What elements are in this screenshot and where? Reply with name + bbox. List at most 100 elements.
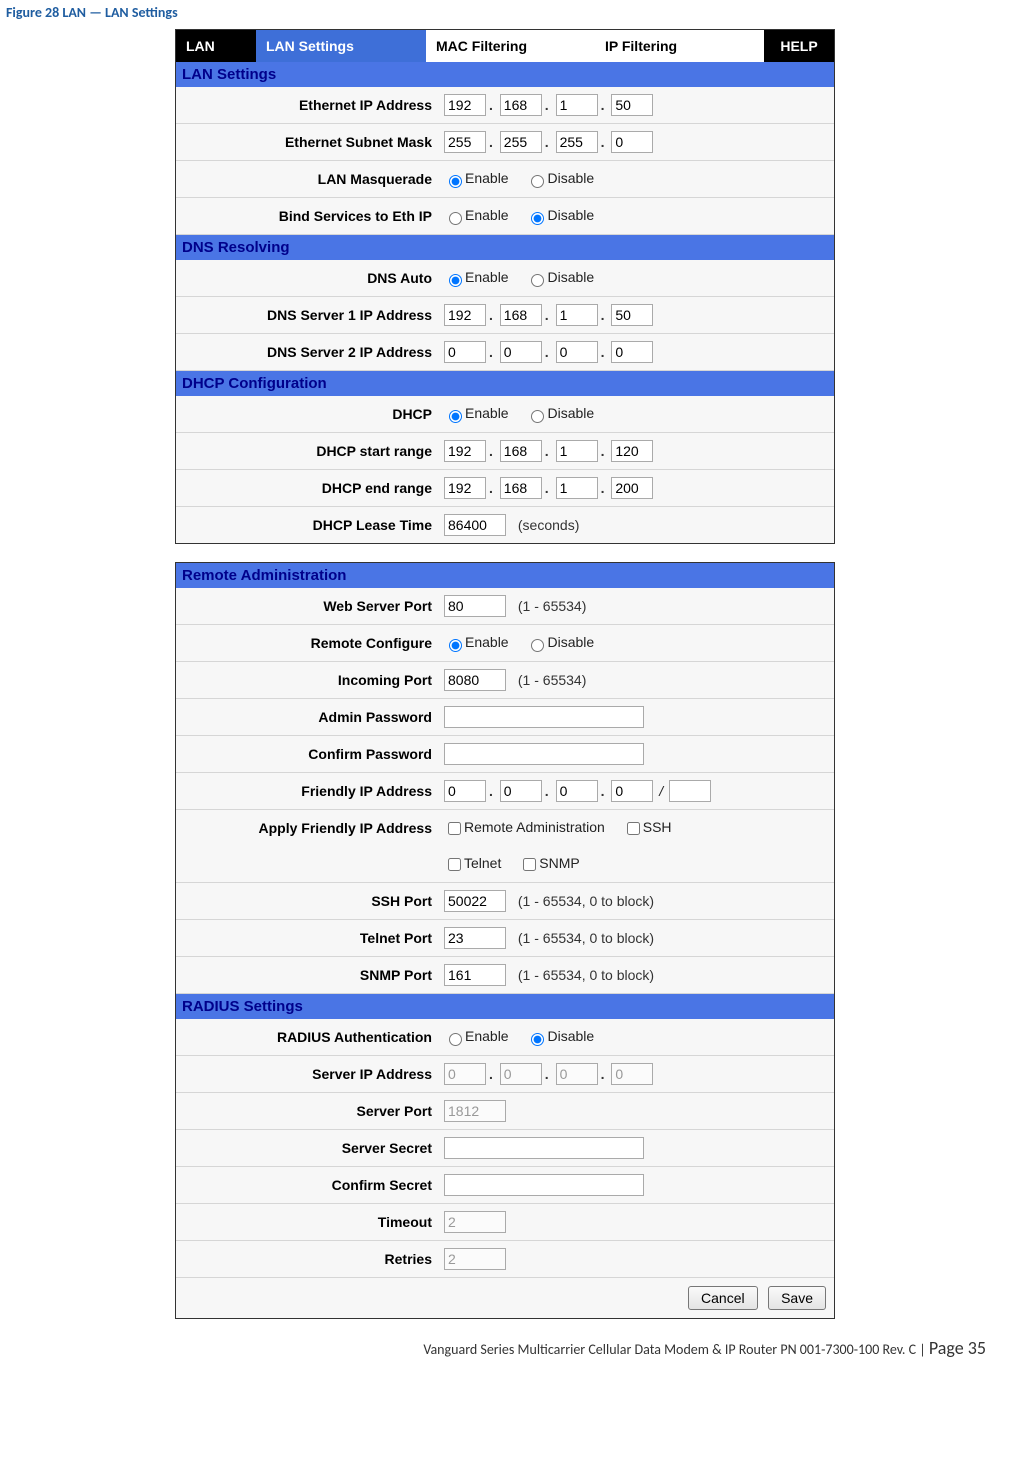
eth-mask-octet-4[interactable] bbox=[611, 131, 653, 153]
radius-auth-enable[interactable] bbox=[449, 1033, 462, 1046]
srv-secret-input[interactable] bbox=[444, 1137, 644, 1159]
srv-ip-1[interactable] bbox=[444, 1063, 486, 1085]
label-retries: Retries bbox=[176, 1241, 438, 1278]
tab-help[interactable]: HELP bbox=[764, 30, 834, 62]
lan-settings-panel: LAN LAN Settings MAC Filtering IP Filter… bbox=[175, 29, 835, 544]
tab-bar: LAN LAN Settings MAC Filtering IP Filter… bbox=[176, 30, 834, 62]
bind-svc-disable[interactable] bbox=[531, 212, 544, 225]
srv-port-input[interactable] bbox=[444, 1100, 506, 1122]
friendly-ip-mask[interactable] bbox=[669, 780, 711, 802]
label-dhcp: DHCP bbox=[176, 396, 438, 433]
srv-ip-3[interactable] bbox=[556, 1063, 598, 1085]
hint-web-port: (1 - 65534) bbox=[510, 598, 586, 614]
friendly-ip-3[interactable] bbox=[556, 780, 598, 802]
hint-incoming-port: (1 - 65534) bbox=[510, 672, 586, 688]
dhcp-start-3[interactable] bbox=[556, 440, 598, 462]
label-eth-ip: Ethernet IP Address bbox=[176, 87, 438, 124]
figure-caption: Figure 28 LAN — LAN Settings bbox=[0, 0, 1010, 29]
dns1-octet-3[interactable] bbox=[556, 304, 598, 326]
section-dhcp: DHCP Configuration bbox=[176, 371, 834, 397]
lan-masq-disable[interactable] bbox=[531, 175, 544, 188]
dhcp-lease-input[interactable] bbox=[444, 514, 506, 536]
label-radius-auth: RADIUS Authentication bbox=[176, 1019, 438, 1056]
apply-ssh-check[interactable] bbox=[627, 822, 640, 835]
srv-ip-2[interactable] bbox=[500, 1063, 542, 1085]
label-lan-masq: LAN Masquerade bbox=[176, 161, 438, 198]
bind-svc-enable[interactable] bbox=[449, 212, 462, 225]
apply-telnet-check[interactable] bbox=[448, 858, 461, 871]
label-web-port: Web Server Port bbox=[176, 588, 438, 625]
label-dns-auto: DNS Auto bbox=[176, 260, 438, 297]
retries-input[interactable] bbox=[444, 1248, 506, 1270]
label-dhcp-lease: DHCP Lease Time bbox=[176, 507, 438, 544]
srv-ip-4[interactable] bbox=[611, 1063, 653, 1085]
dhcp-end-3[interactable] bbox=[556, 477, 598, 499]
lan-masq-enable[interactable] bbox=[449, 175, 462, 188]
dns2-octet-3[interactable] bbox=[556, 341, 598, 363]
eth-ip-octet-4[interactable] bbox=[611, 94, 653, 116]
dns-auto-disable[interactable] bbox=[531, 274, 544, 287]
dhcp-start-2[interactable] bbox=[500, 440, 542, 462]
friendly-ip-4[interactable] bbox=[611, 780, 653, 802]
tab-mac-filtering[interactable]: MAC Filtering bbox=[426, 30, 595, 62]
hint-telnet: (1 - 65534, 0 to block) bbox=[510, 930, 654, 946]
remote-cfg-enable[interactable] bbox=[449, 639, 462, 652]
label-timeout: Timeout bbox=[176, 1204, 438, 1241]
admin-pw-input[interactable] bbox=[444, 706, 644, 728]
friendly-ip-1[interactable] bbox=[444, 780, 486, 802]
dns2-octet-2[interactable] bbox=[500, 341, 542, 363]
section-dns: DNS Resolving bbox=[176, 235, 834, 261]
friendly-ip-2[interactable] bbox=[500, 780, 542, 802]
label-telnet-port: Telnet Port bbox=[176, 920, 438, 957]
eth-ip-octet-2[interactable] bbox=[500, 94, 542, 116]
footer-text: Vanguard Series Multicarrier Cellular Da… bbox=[423, 1341, 916, 1358]
confirm-secret-input[interactable] bbox=[444, 1174, 644, 1196]
ssh-port-input[interactable] bbox=[444, 890, 506, 912]
radius-auth-disable[interactable] bbox=[531, 1033, 544, 1046]
eth-mask-octet-3[interactable] bbox=[556, 131, 598, 153]
dns2-octet-1[interactable] bbox=[444, 341, 486, 363]
dhcp-start-4[interactable] bbox=[611, 440, 653, 462]
eth-ip-octet-1[interactable] bbox=[444, 94, 486, 116]
tab-lan-title: LAN bbox=[176, 30, 256, 62]
tab-ip-filtering[interactable]: IP Filtering bbox=[595, 30, 764, 62]
incoming-port-input[interactable] bbox=[444, 669, 506, 691]
label-srv-ip: Server IP Address bbox=[176, 1056, 438, 1093]
save-button[interactable]: Save bbox=[768, 1286, 826, 1310]
label-remote-cfg: Remote Configure bbox=[176, 625, 438, 662]
label-ssh-port: SSH Port bbox=[176, 883, 438, 920]
label-dhcp-start: DHCP start range bbox=[176, 433, 438, 470]
confirm-pw-input[interactable] bbox=[444, 743, 644, 765]
dns1-octet-4[interactable] bbox=[611, 304, 653, 326]
snmp-port-input[interactable] bbox=[444, 964, 506, 986]
dhcp-end-2[interactable] bbox=[500, 477, 542, 499]
dns1-octet-2[interactable] bbox=[500, 304, 542, 326]
dns2-octet-4[interactable] bbox=[611, 341, 653, 363]
section-radius: RADIUS Settings bbox=[176, 994, 834, 1020]
dhcp-end-4[interactable] bbox=[611, 477, 653, 499]
remote-cfg-disable[interactable] bbox=[531, 639, 544, 652]
eth-ip-octet-3[interactable] bbox=[556, 94, 598, 116]
eth-mask-octet-2[interactable] bbox=[500, 131, 542, 153]
dhcp-start-1[interactable] bbox=[444, 440, 486, 462]
telnet-port-input[interactable] bbox=[444, 927, 506, 949]
dns1-octet-1[interactable] bbox=[444, 304, 486, 326]
label-snmp-port: SNMP Port bbox=[176, 957, 438, 994]
timeout-input[interactable] bbox=[444, 1211, 506, 1233]
web-port-input[interactable] bbox=[444, 595, 506, 617]
eth-mask-octet-1[interactable] bbox=[444, 131, 486, 153]
dhcp-end-1[interactable] bbox=[444, 477, 486, 499]
dhcp-enable[interactable] bbox=[449, 410, 462, 423]
apply-snmp-check[interactable] bbox=[523, 858, 536, 871]
label-srv-port: Server Port bbox=[176, 1093, 438, 1130]
dns-auto-enable[interactable] bbox=[449, 274, 462, 287]
tab-lan-settings[interactable]: LAN Settings bbox=[256, 30, 426, 62]
label-confirm-pw: Confirm Password bbox=[176, 736, 438, 773]
remote-admin-panel: Remote Administration Web Server Port (1… bbox=[175, 562, 835, 1319]
section-remote-admin: Remote Administration bbox=[176, 563, 834, 588]
dhcp-disable[interactable] bbox=[531, 410, 544, 423]
apply-remote-admin-check[interactable] bbox=[448, 822, 461, 835]
hint-ssh: (1 - 65534, 0 to block) bbox=[510, 893, 654, 909]
cancel-button[interactable]: Cancel bbox=[688, 1286, 758, 1310]
footer-page: Page 35 bbox=[929, 1337, 986, 1359]
